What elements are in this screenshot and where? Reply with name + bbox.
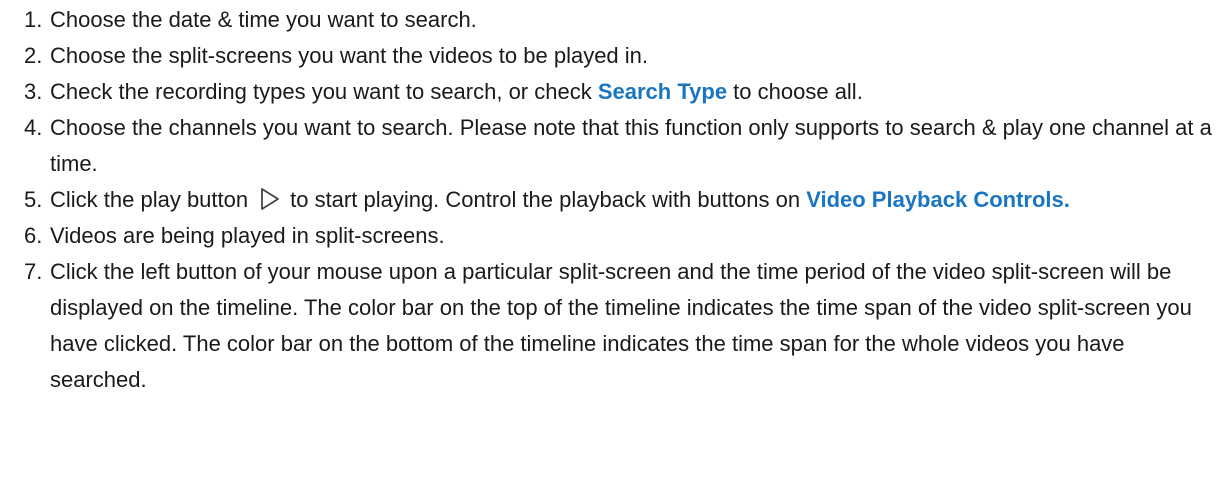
step-2: 2. Choose the split-screens you want the… (0, 38, 1231, 74)
step-text: Choose the date & time you want to searc… (50, 7, 477, 32)
step-text: Choose the split-screens you want the vi… (50, 43, 649, 68)
step-6: 6. Videos are being played in split-scre… (0, 218, 1231, 254)
step-number: 1. (24, 7, 43, 32)
step-7: 7. Click the left button of your mouse u… (0, 254, 1231, 398)
step-number: 5. (24, 187, 43, 212)
step-number: 6. (24, 223, 43, 248)
video-playback-controls-link[interactable]: Video Playback Controls. (806, 187, 1070, 212)
step-text: Choose the channels you want to search. … (50, 115, 1212, 176)
step-text: Click the left button of your mouse upon… (50, 259, 1192, 392)
step-4: 4. Choose the channels you want to searc… (0, 110, 1231, 182)
instruction-list: 1. Choose the date & time you want to se… (0, 2, 1231, 398)
step-number: 7. (24, 259, 43, 284)
step-text: Videos are being played in split-screens… (50, 223, 445, 248)
step-1: 1. Choose the date & time you want to se… (0, 2, 1231, 38)
step-text-mid: to start playing. Control the playback w… (290, 187, 807, 212)
step-text-pre: Check the recording types you want to se… (50, 79, 598, 104)
play-icon (261, 188, 280, 210)
step-3: 3. Check the recording types you want to… (0, 74, 1231, 110)
search-type-link[interactable]: Search Type (598, 79, 727, 104)
step-number: 3. (24, 79, 43, 104)
step-text-post: to choose all. (727, 79, 863, 104)
step-5: 5. Click the play button to start playing… (0, 182, 1231, 218)
step-number: 2. (24, 43, 43, 68)
step-text-pre: Click the play button (50, 187, 249, 212)
step-number: 4. (24, 115, 43, 140)
